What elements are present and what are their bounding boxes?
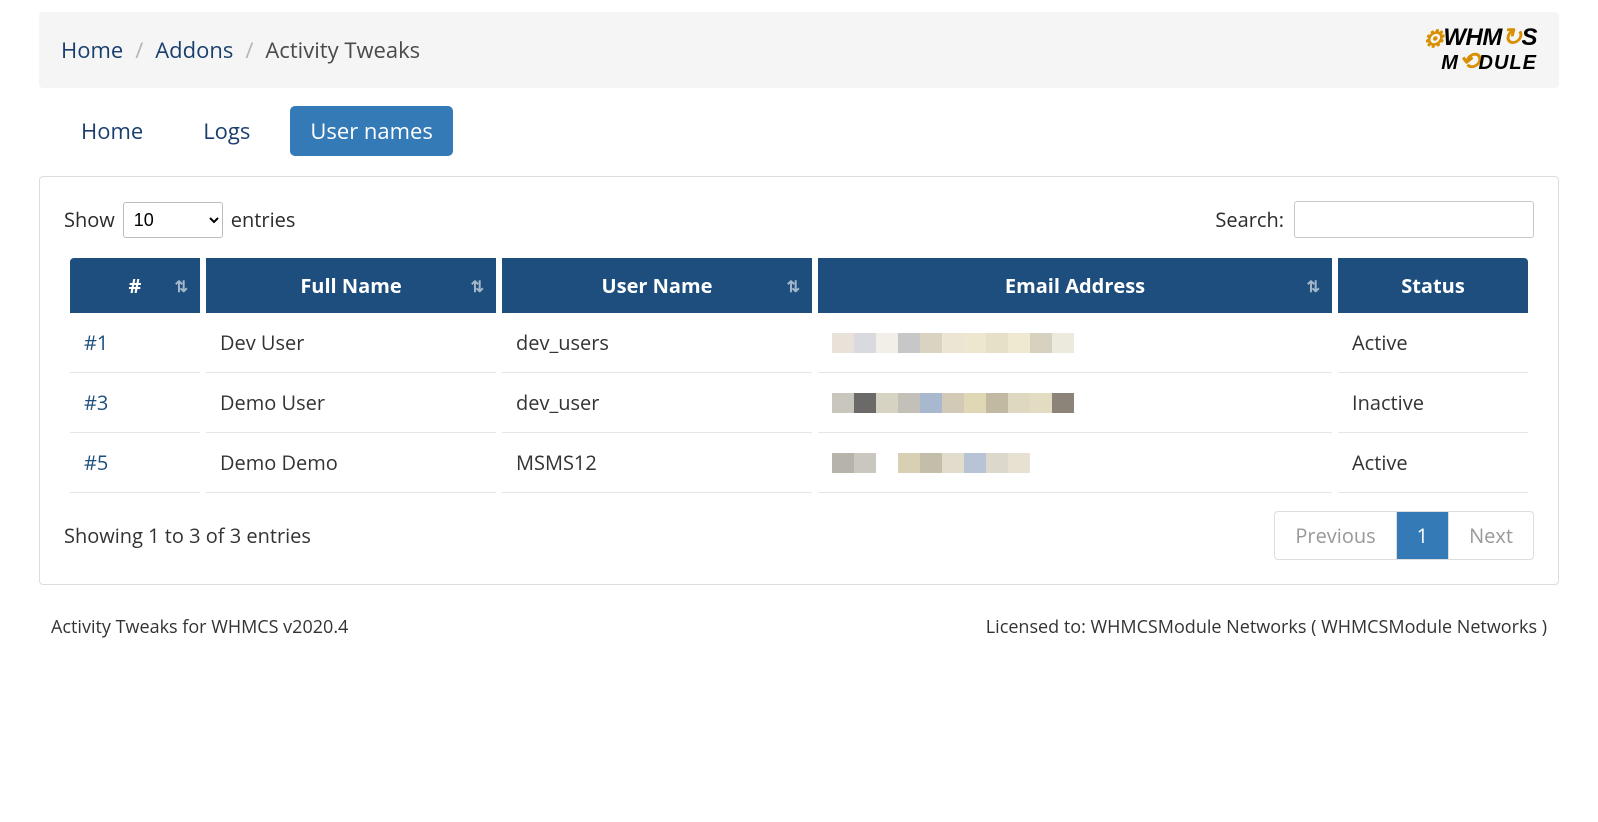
tabs: Home Logs User names [39, 106, 1559, 176]
length-select[interactable]: 10 [123, 202, 223, 238]
footer-license: Licensed to: WHMCSModule Networks ( WHMC… [986, 615, 1547, 639]
cell-user-name: dev_user [502, 373, 812, 433]
search-label: Search: [1215, 206, 1284, 233]
cell-status: Inactive [1338, 373, 1528, 433]
table-row: #1Dev Userdev_users Active [70, 313, 1528, 373]
show-label: Show [64, 206, 115, 233]
sort-icon: ⇅ [787, 275, 800, 297]
cell-user-name: MSMS12 [502, 433, 812, 493]
footer: Activity Tweaks for WHMCS v2020.4 Licens… [39, 609, 1559, 669]
cell-status: Active [1338, 313, 1528, 373]
cell-email [818, 313, 1332, 373]
breadcrumb-home[interactable]: Home [61, 35, 123, 65]
whmcs-module-logo: ⚙WHM↻S M⟲DULE [1422, 26, 1537, 74]
table-row: #5Demo DemoMSMS12 Active [70, 433, 1528, 493]
redacted-email [832, 333, 1318, 353]
cell-full-name: Demo User [206, 373, 496, 433]
cell-user-name: dev_users [502, 313, 812, 373]
pagination: Previous 1 Next [1274, 511, 1534, 560]
col-header-user-name[interactable]: User Name⇅ [502, 258, 812, 313]
col-header-full-name[interactable]: Full Name⇅ [206, 258, 496, 313]
cell-id: #1 [70, 313, 200, 373]
pagination-next[interactable]: Next [1448, 512, 1533, 559]
col-header-email[interactable]: Email Address⇅ [818, 258, 1332, 313]
redacted-email [832, 393, 1318, 413]
table-top-controls: Show 10 entries Search: [64, 201, 1534, 238]
entries-label: entries [231, 206, 296, 233]
swoosh-icon: ↻ [1502, 24, 1522, 51]
pagination-page-1[interactable]: 1 [1396, 512, 1448, 559]
table-bottom-controls: Showing 1 to 3 of 3 entries Previous 1 N… [64, 511, 1534, 560]
search-input[interactable] [1294, 201, 1534, 238]
cell-full-name: Dev User [206, 313, 496, 373]
swoosh-icon: ⟲ [1459, 48, 1479, 75]
sort-icon: ⇅ [471, 275, 484, 297]
breadcrumb: Home / Addons / Activity Tweaks [61, 35, 420, 65]
table-info: Showing 1 to 3 of 3 entries [64, 522, 311, 549]
data-panel: Show 10 entries Search: #⇅ Full Name⇅ Us… [39, 176, 1559, 585]
pagination-previous[interactable]: Previous [1275, 512, 1395, 559]
breadcrumb-current: Activity Tweaks [265, 35, 420, 65]
cell-email [818, 373, 1332, 433]
cell-status: Active [1338, 433, 1528, 493]
users-table: #⇅ Full Name⇅ User Name⇅ Email Address⇅ … [64, 258, 1534, 493]
sort-icon: ⇅ [1307, 275, 1320, 297]
breadcrumb-addons[interactable]: Addons [155, 35, 233, 65]
footer-version: Activity Tweaks for WHMCS v2020.4 [51, 615, 348, 639]
gear-icon: ⚙ [1422, 28, 1443, 52]
col-header-id[interactable]: #⇅ [70, 258, 200, 313]
cell-email [818, 433, 1332, 493]
sort-icon: ⇅ [175, 275, 188, 297]
cell-id: #5 [70, 433, 200, 493]
breadcrumb-separator: / [245, 35, 253, 65]
table-row: #3Demo Userdev_user Inactive [70, 373, 1528, 433]
breadcrumb-bar: Home / Addons / Activity Tweaks ⚙WHM↻S M… [39, 12, 1559, 88]
cell-id: #3 [70, 373, 200, 433]
col-header-status[interactable]: Status [1338, 258, 1528, 313]
redacted-email [832, 453, 1318, 473]
tab-home[interactable]: Home [61, 106, 163, 156]
tab-logs[interactable]: Logs [183, 106, 270, 156]
breadcrumb-separator: / [135, 35, 143, 65]
table-header-row: #⇅ Full Name⇅ User Name⇅ Email Address⇅ … [70, 258, 1528, 313]
tab-user-names[interactable]: User names [290, 106, 453, 156]
length-control: Show 10 entries [64, 202, 295, 238]
cell-full-name: Demo Demo [206, 433, 496, 493]
search-control: Search: [1215, 201, 1534, 238]
